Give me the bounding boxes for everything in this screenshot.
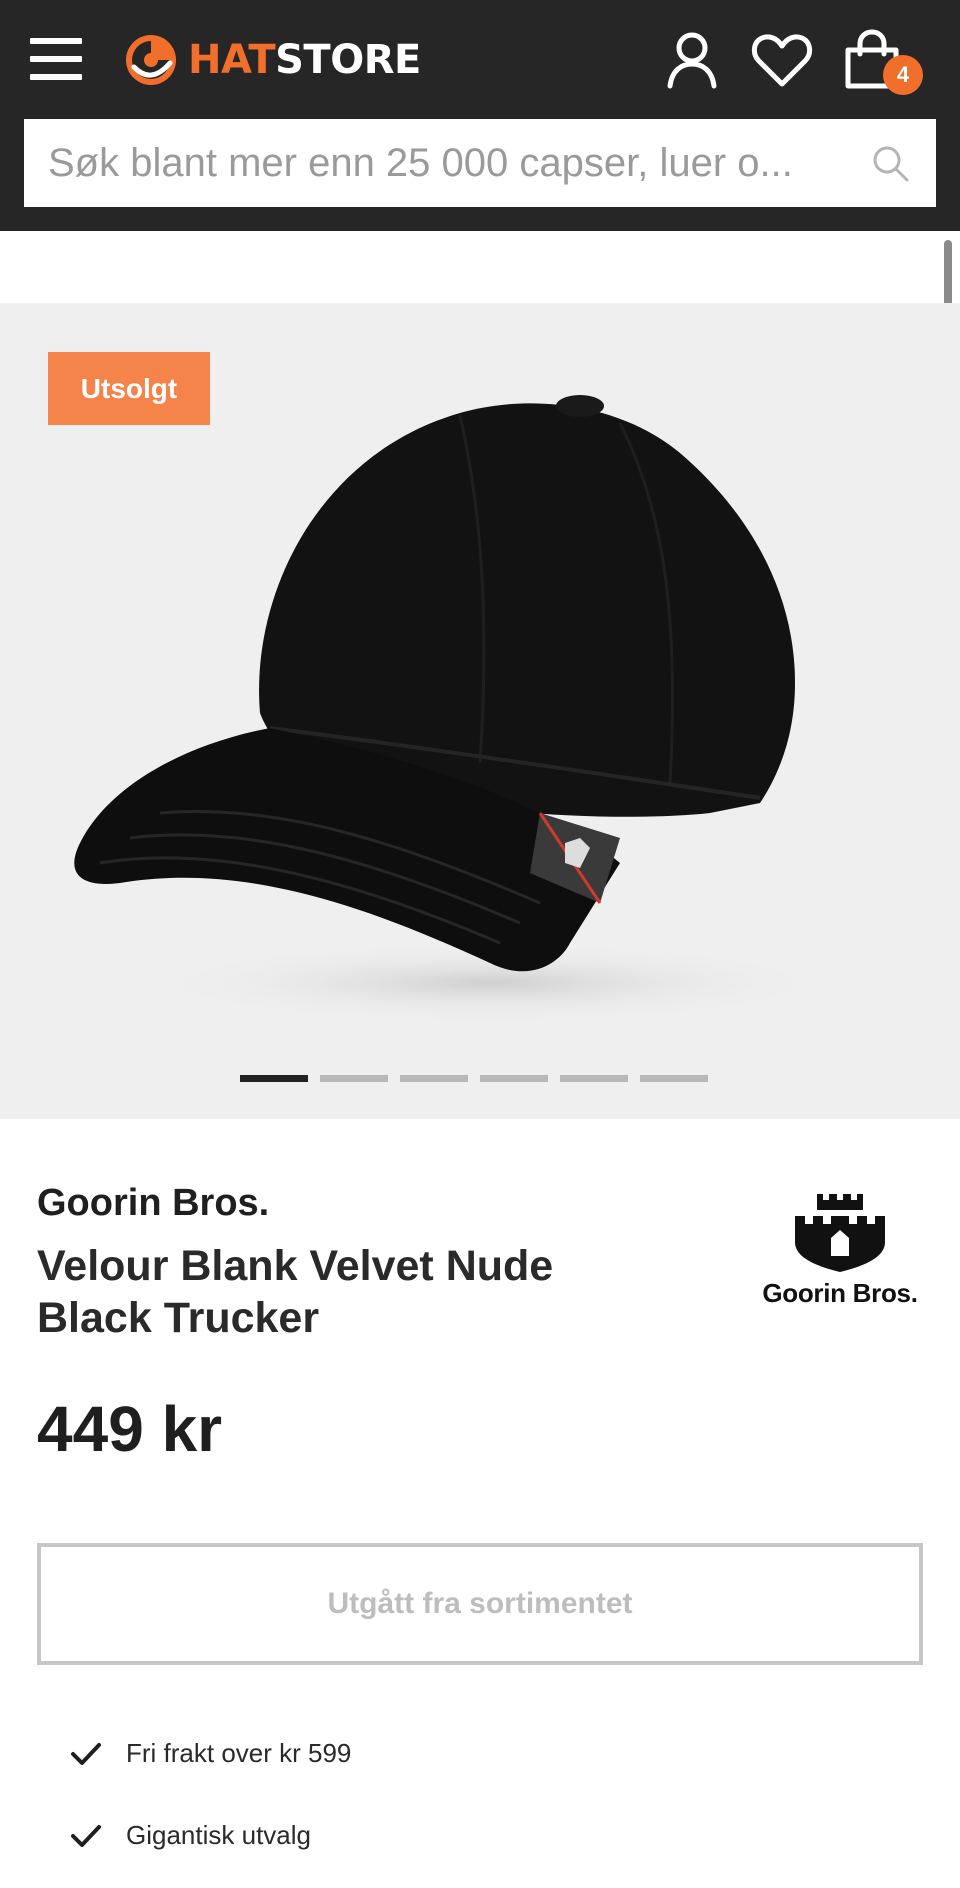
- search-icon[interactable]: [870, 143, 910, 183]
- castle-icon: [795, 1194, 885, 1272]
- usp-text: Fri frakt over kr 599: [126, 1738, 352, 1768]
- product-image: [74, 395, 830, 1023]
- gallery-dot-2[interactable]: [320, 1075, 388, 1082]
- heart-icon[interactable]: [750, 28, 814, 92]
- brand-logo-text: Goorin Bros.: [762, 1278, 918, 1308]
- logo-mark-icon: [126, 35, 176, 85]
- gallery-dot-3[interactable]: [400, 1075, 468, 1082]
- hatstore-logo[interactable]: HATSTORE: [124, 30, 421, 90]
- checkmark-icon: [71, 1824, 101, 1847]
- sold-out-badge: Utsolgt: [48, 352, 210, 425]
- search-input[interactable]: [24, 119, 854, 207]
- logo-text-store: STORE: [275, 37, 421, 83]
- brand-logo[interactable]: Goorin Bros.: [750, 1192, 930, 1312]
- usp-item: Fri frakt over kr 599: [70, 1738, 351, 1769]
- cart-count-badge: 4: [883, 55, 923, 95]
- gallery-dot-4[interactable]: [480, 1075, 548, 1082]
- usp-item: Gigantisk utvalg: [70, 1820, 311, 1851]
- product-brand[interactable]: Goorin Bros.: [37, 1182, 269, 1225]
- gallery-dot-5[interactable]: [560, 1075, 628, 1082]
- product-price: 449 kr: [37, 1393, 223, 1465]
- search-bar: [24, 119, 936, 207]
- discontinued-button[interactable]: Utgått fra sortimentet: [37, 1543, 923, 1665]
- usp-text: Gigantisk utvalg: [126, 1820, 311, 1850]
- logo-text-hat: HAT: [188, 37, 276, 83]
- account-icon[interactable]: [660, 28, 724, 92]
- product-image-gallery[interactable]: Utsolgt: [0, 303, 960, 1119]
- gallery-dot-1[interactable]: [240, 1075, 308, 1082]
- site-header: HATSTORE 4: [0, 0, 960, 231]
- gallery-pagination: [240, 1075, 708, 1082]
- product-title: Velour Blank Velvet Nude Black Trucker: [37, 1242, 554, 1342]
- menu-icon[interactable]: [30, 36, 84, 84]
- gallery-dot-6[interactable]: [640, 1075, 708, 1082]
- checkmark-icon: [71, 1742, 101, 1765]
